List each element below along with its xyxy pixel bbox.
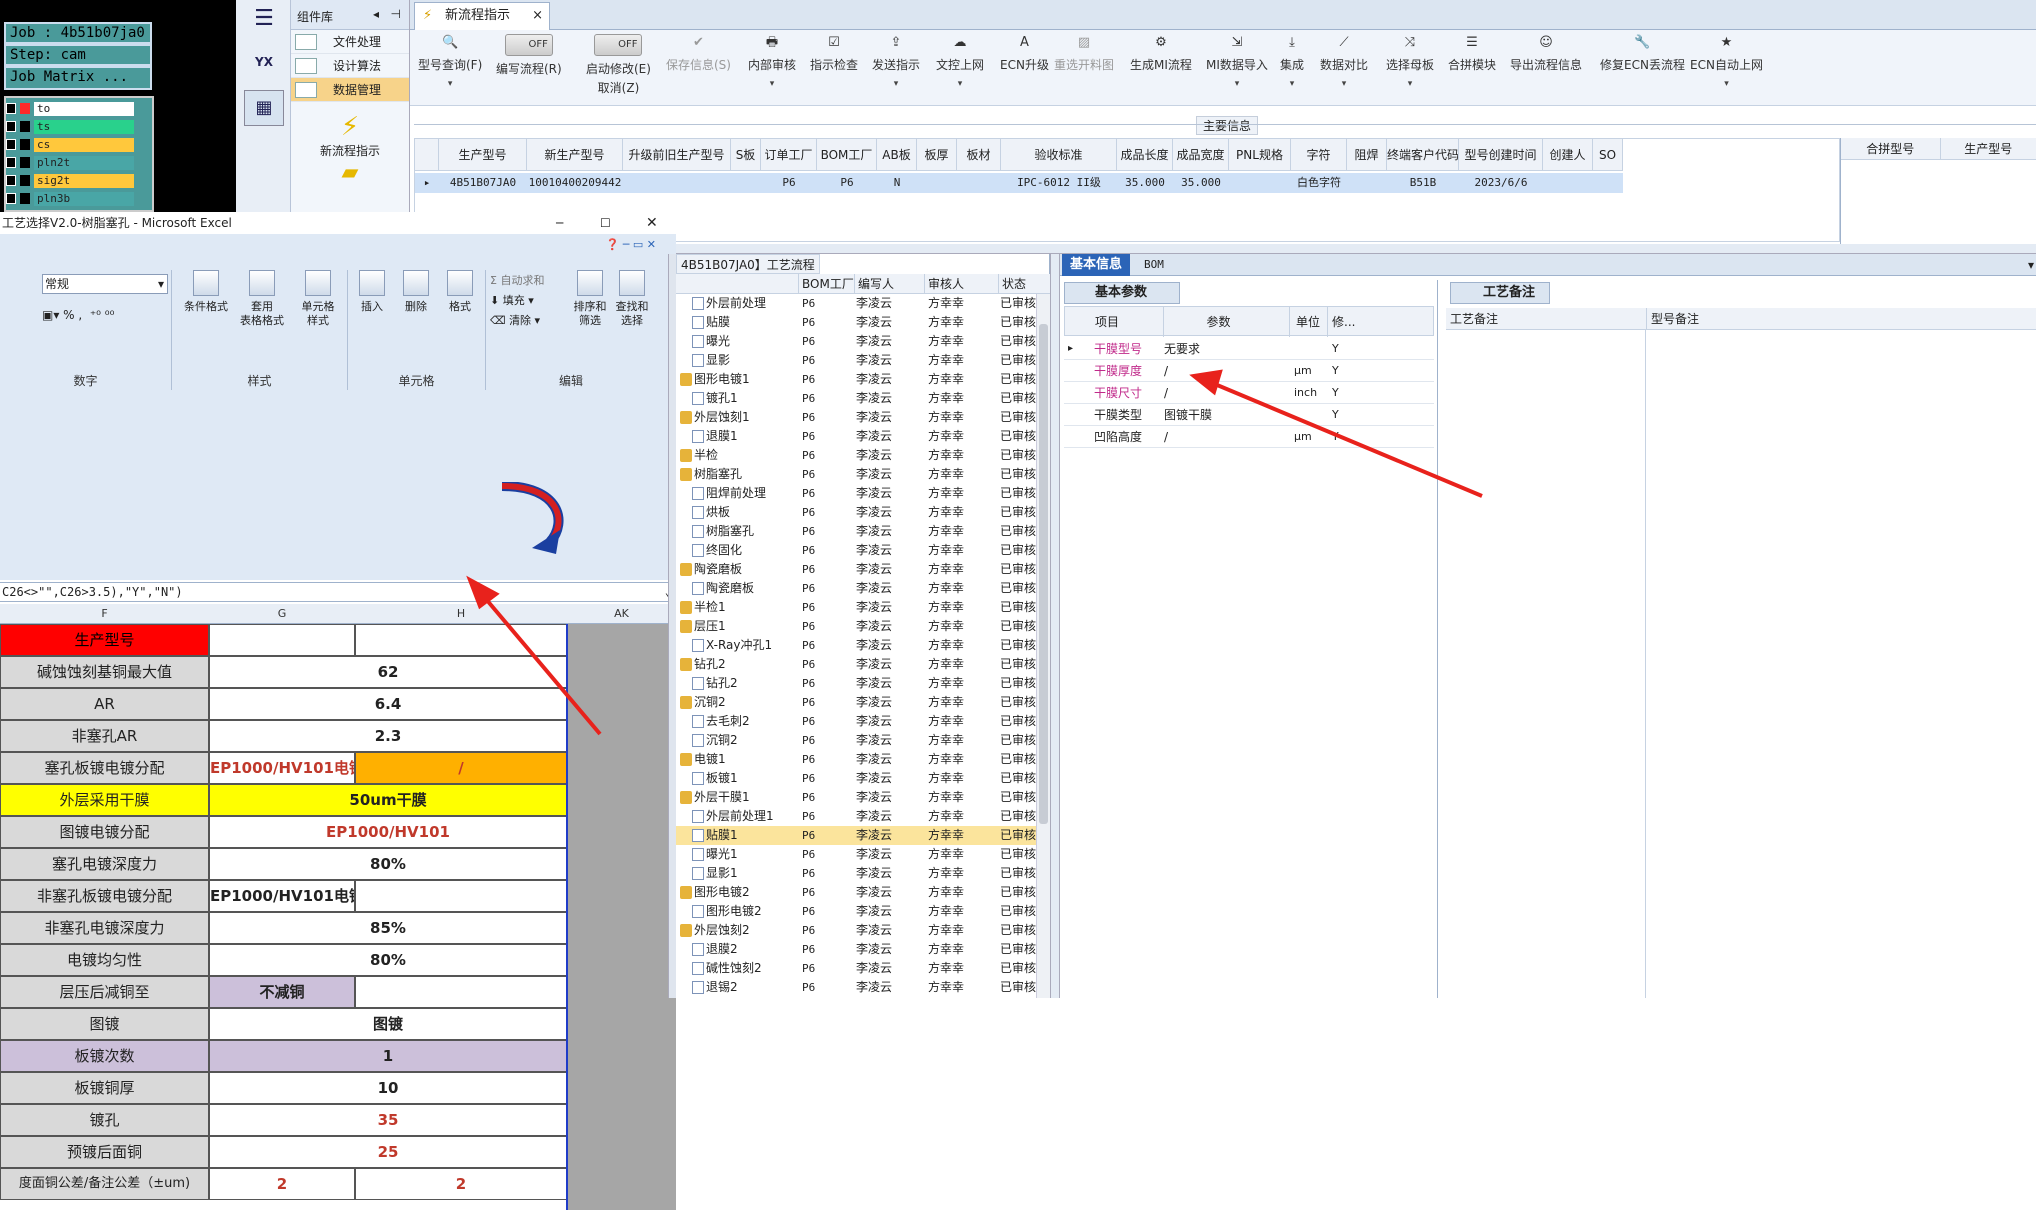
arrow-head <box>1194 372 1220 392</box>
sheet-row: 镀孔35 <box>0 1104 568 1136</box>
sheet-row: 度面铜公差/备注公差（±um)22 <box>0 1168 568 1200</box>
row-label[interactable]: 板镀次数 <box>0 1040 209 1072</box>
cell-value[interactable]: 25 <box>209 1136 567 1168</box>
arrow-head <box>470 580 496 606</box>
cell-value[interactable]: 1 <box>209 1040 567 1072</box>
row-label[interactable]: 板镀铜厚 <box>0 1072 209 1104</box>
row-label[interactable]: 度面铜公差/备注公差（±um) <box>0 1168 209 1200</box>
cell-value[interactable]: 35 <box>209 1104 567 1136</box>
row-label[interactable]: 图镀 <box>0 1008 209 1040</box>
cell-value[interactable]: 10 <box>209 1072 567 1104</box>
sheet-row: 预镀后面铜25 <box>0 1136 568 1168</box>
row-label[interactable]: 预镀后面铜 <box>0 1136 209 1168</box>
cell-value[interactable]: 图镀 <box>209 1008 567 1040</box>
annotation-arrows <box>0 0 2036 998</box>
red-arrow <box>480 592 600 734</box>
sheet-row: 板镀次数1 <box>0 1040 568 1072</box>
red-arrow <box>1210 382 1482 496</box>
sheet-row: 图镀图镀 <box>0 1008 568 1040</box>
cell-value[interactable]: 2 <box>355 1168 567 1200</box>
cell-value[interactable]: 2 <box>209 1168 355 1200</box>
sheet-row: 板镀铜厚10 <box>0 1072 568 1104</box>
row-label[interactable]: 镀孔 <box>0 1104 209 1136</box>
